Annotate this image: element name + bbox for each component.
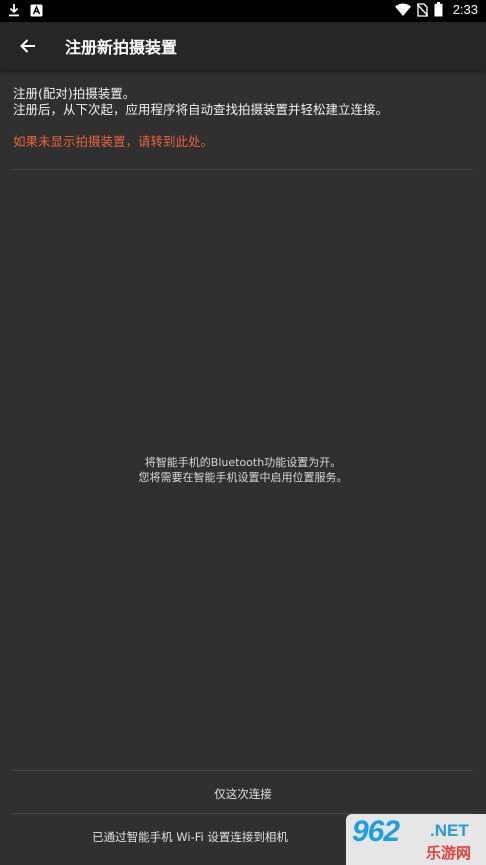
watermark-sub: 乐游网	[426, 844, 472, 862]
arrow-left-icon	[20, 39, 35, 53]
back-button[interactable]	[14, 32, 42, 60]
connect-once-button[interactable]: 仅这次连接	[13, 786, 473, 802]
app-bar: 注册新拍摄装置	[0, 22, 486, 70]
app-notification-icon	[30, 4, 43, 16]
status-right-icons: 2:33	[394, 2, 478, 17]
intro-line-1: 注册(配对)拍摄装置。	[13, 86, 136, 101]
battery-icon	[434, 2, 443, 17]
device-not-shown-link[interactable]: 如果未显示拍摄装置，请转到此处。	[13, 131, 213, 150]
download-icon	[9, 4, 19, 17]
intro-text: 注册(配对)拍摄装置。 注册后，从下次起，应用程序将自动查找拍摄装置并轻松建立连…	[13, 86, 473, 118]
no-sim-icon	[416, 2, 428, 17]
screen: 2:33 注册新拍摄装置 注册(配对)拍摄装置。 注册后，从下次起，应用程序将自…	[0, 0, 486, 865]
watermark-main: 962	[352, 815, 400, 848]
bluetooth-message-line-1: 将智能手机的Bluetooth功能设置为开。	[144, 456, 342, 469]
status-time: 2:33	[452, 2, 478, 17]
watermark-logo: 962 .NET 乐游网	[346, 814, 486, 865]
page-title: 注册新拍摄装置	[65, 38, 178, 57]
wifi-icon	[394, 3, 411, 16]
bottom-divider-1	[13, 770, 473, 771]
watermark-suffix: .NET	[430, 821, 469, 840]
status-left-icons	[8, 3, 43, 17]
bluetooth-message: 将智能手机的Bluetooth功能设置为开。 您将需要在智能手机设置中启用位置服…	[0, 455, 486, 485]
status-bar: 2:33	[0, 0, 486, 22]
bluetooth-message-line-2: 您将需要在智能手机设置中启用位置服务。	[138, 471, 348, 484]
intro-line-2: 注册后，从下次起，应用程序将自动查找拍摄装置并轻松建立连接。	[13, 102, 389, 117]
top-divider	[13, 169, 473, 170]
